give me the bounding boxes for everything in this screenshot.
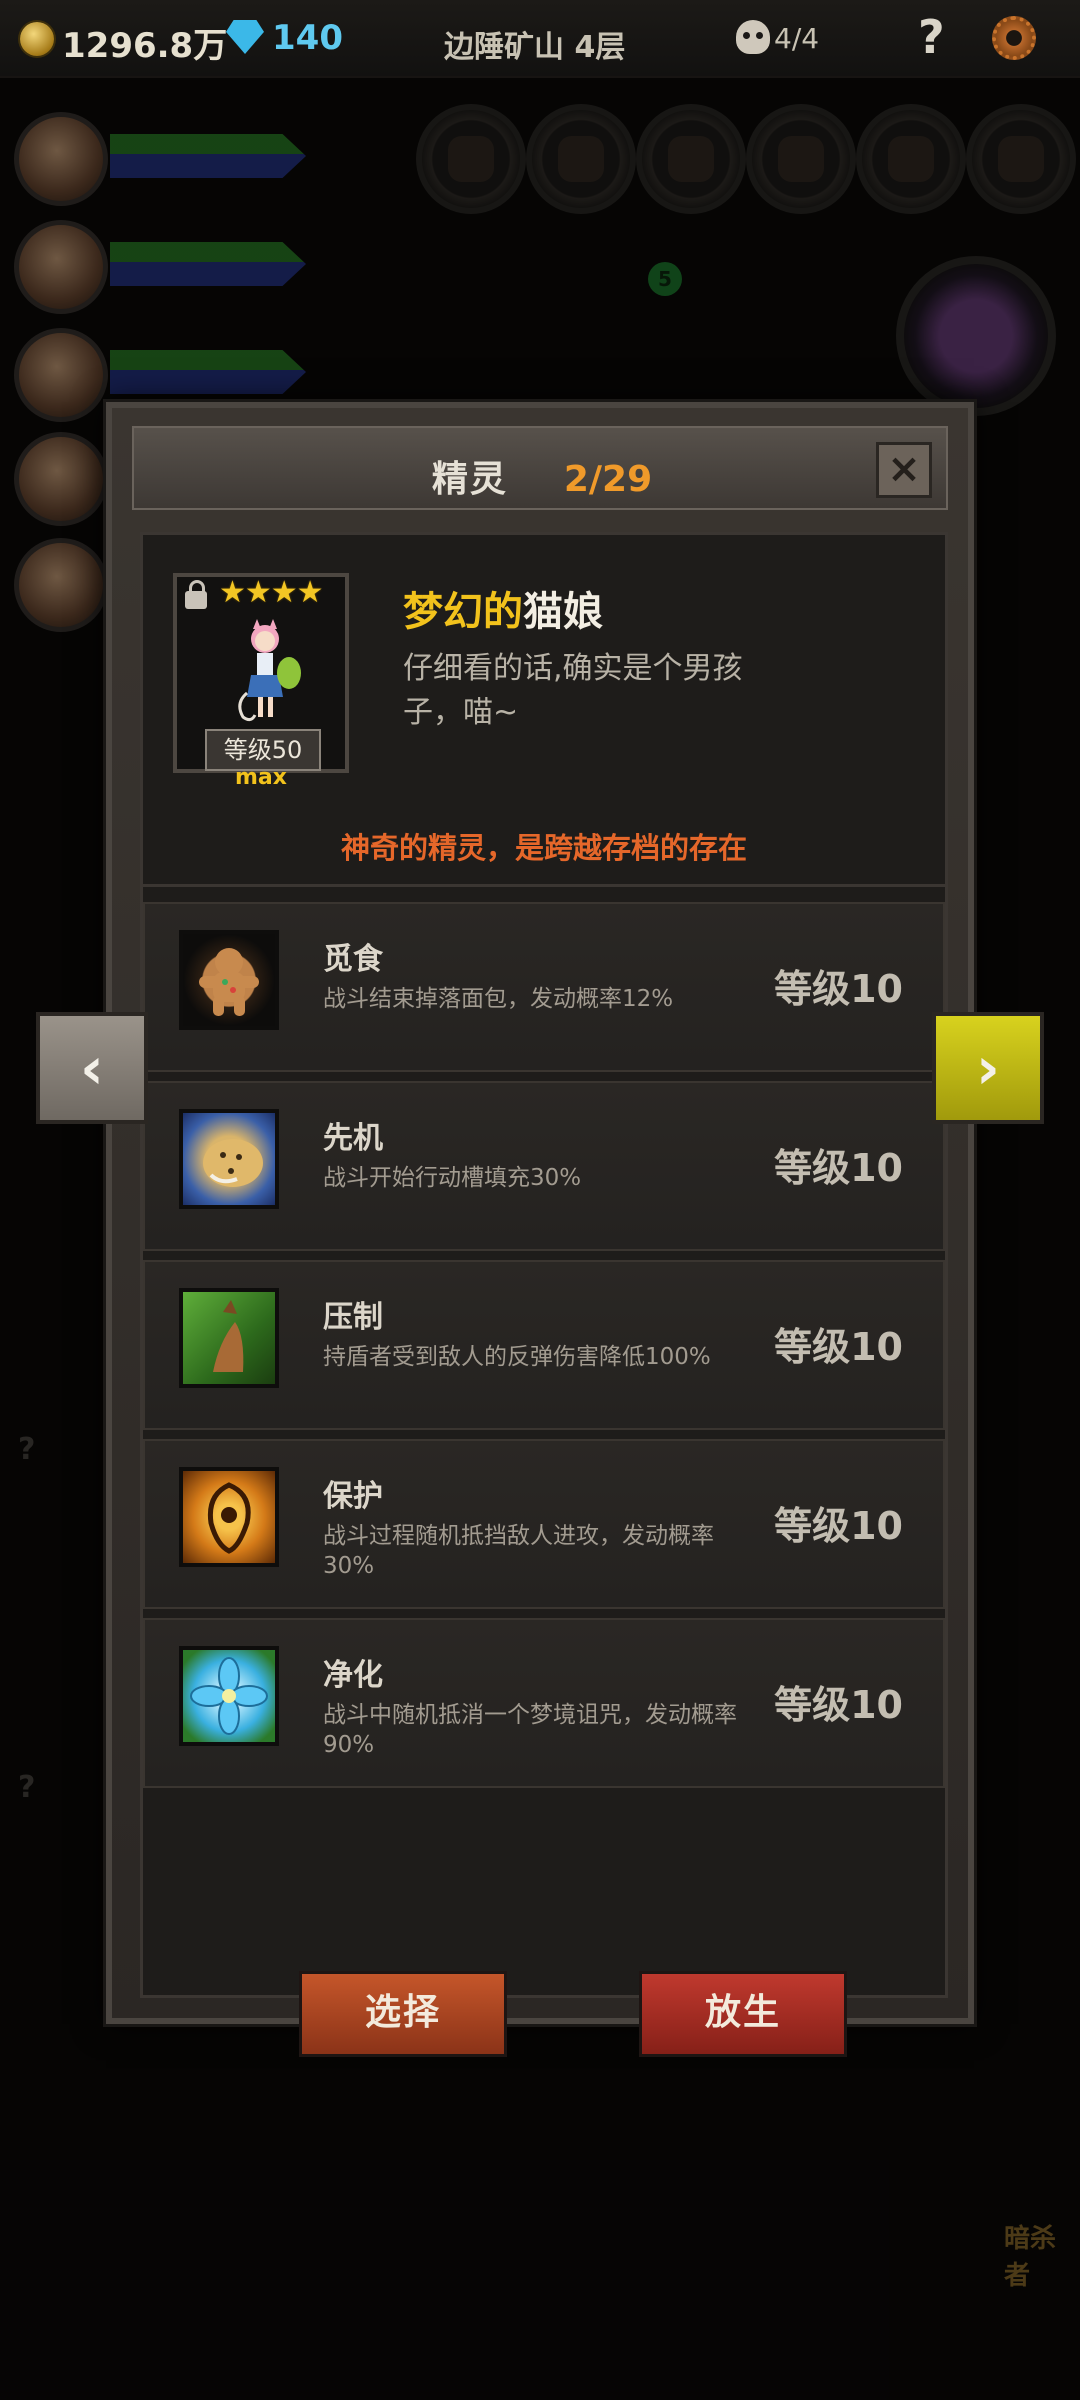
pet-name: 梦幻的猫娘 (403, 579, 603, 637)
help-icon[interactable]: ? (918, 10, 945, 64)
skill-row[interactable]: 先机 战斗开始行动槽填充30% 等级10 (143, 1081, 945, 1251)
dialog-header: 精灵 2/29 × (132, 426, 948, 510)
next-pet-button[interactable]: › (932, 1012, 1044, 1124)
cat-girl-sprite (238, 619, 301, 722)
skill-description: 持盾者受到敌人的反弹伤害降低100% (323, 1344, 711, 1370)
star-rating: ★★★★ (219, 575, 324, 610)
select-button[interactable]: 选择 (299, 1971, 507, 2057)
skill-name: 保护 (323, 1479, 383, 1514)
release-button[interactable]: 放生 (639, 1971, 847, 2057)
dialog-content: ★★★★ 等级50 max 梦幻的猫娘 仔细看的话,确实是个男孩子，喵~ 神奇的… (140, 532, 948, 2057)
skill-level: 等级10 (774, 1325, 903, 1369)
gem-icon (226, 20, 264, 54)
prev-pet-button[interactable]: ‹ (36, 1012, 148, 1124)
coin-icon (20, 22, 54, 56)
skill-row[interactable]: 保护 战斗过程随机抵挡敌人进攻，发动概率30% 等级10 (143, 1439, 945, 1609)
pet-name-main: 猫娘 (523, 589, 603, 635)
lock-icon[interactable] (185, 580, 207, 609)
skill-level: 等级10 (774, 1504, 903, 1548)
location-title: 边陲矿山 4层 (444, 30, 626, 65)
shield-spirit-icon (179, 1467, 279, 1567)
skill-level: 等级10 (774, 1683, 903, 1727)
skill-description: 战斗开始行动槽填充30% (323, 1165, 582, 1191)
skill-row[interactable]: 觅食 战斗结束掉落面包，发动概率12% 等级10 (143, 902, 945, 1072)
skill-description: 战斗结束掉落面包，发动概率12% (323, 986, 674, 1012)
gear-icon[interactable] (992, 16, 1036, 60)
claw-icon (179, 1288, 279, 1388)
skill-row[interactable]: 压制 持盾者受到敌人的反弹伤害降低100% 等级10 (143, 1260, 945, 1430)
pet-info-panel: ★★★★ 等级50 max 梦幻的猫娘 仔细看的话,确实是个男孩子，喵~ 神奇的… (143, 535, 945, 887)
top-status-bar: 1296.8万 140 边陲矿山 4层 4/4 ? (0, 0, 1080, 78)
skull-icon (736, 20, 770, 54)
pet-description: 仔细看的话,确实是个男孩子，喵~ (403, 651, 743, 730)
skill-name: 净化 (323, 1658, 383, 1693)
skill-description: 战斗中随机抵消一个梦境诅咒，发动概率90% (323, 1702, 737, 1758)
chevron-left-icon: ‹ (80, 1034, 104, 1102)
pet-dialog: 精灵 2/29 × ★★★★ 等级50 max 梦幻的猫娘 仔细看的话,确实是个… (106, 402, 974, 2057)
skill-name: 先机 (323, 1121, 383, 1156)
leopard-icon (179, 1109, 279, 1209)
skill-description: 战斗过程随机抵挡敌人进攻，发动概率30% (323, 1523, 714, 1579)
gingerbread-icon (179, 930, 279, 1030)
skill-name: 压制 (323, 1300, 383, 1335)
dialog-title: 精灵 2/29 (134, 450, 950, 502)
pet-count: 2/29 (563, 459, 653, 500)
pet-tagline: 神奇的精灵，是跨越存档的存在 (340, 831, 747, 865)
blue-flower-icon (179, 1646, 279, 1746)
gem-amount: 140 (272, 18, 343, 58)
chevron-right-icon: › (976, 1034, 1000, 1102)
gold-amount: 1296.8万 (62, 26, 228, 66)
skill-level: 等级10 (774, 967, 903, 1011)
kill-counter: 4/4 (774, 22, 820, 55)
pet-name-prefix: 梦幻的 (403, 589, 523, 635)
max-level-label: max (235, 765, 287, 790)
skill-level: 等级10 (774, 1146, 903, 1190)
skill-row[interactable]: 净化 战斗中随机抵消一个梦境诅咒，发动概率90% 等级10 (143, 1618, 945, 1788)
dialog-title-text: 精灵 (431, 459, 508, 500)
pet-portrait-frame[interactable]: ★★★★ 等级50 max (173, 573, 349, 790)
close-button[interactable]: × (876, 442, 932, 498)
skill-name: 觅食 (323, 942, 383, 977)
